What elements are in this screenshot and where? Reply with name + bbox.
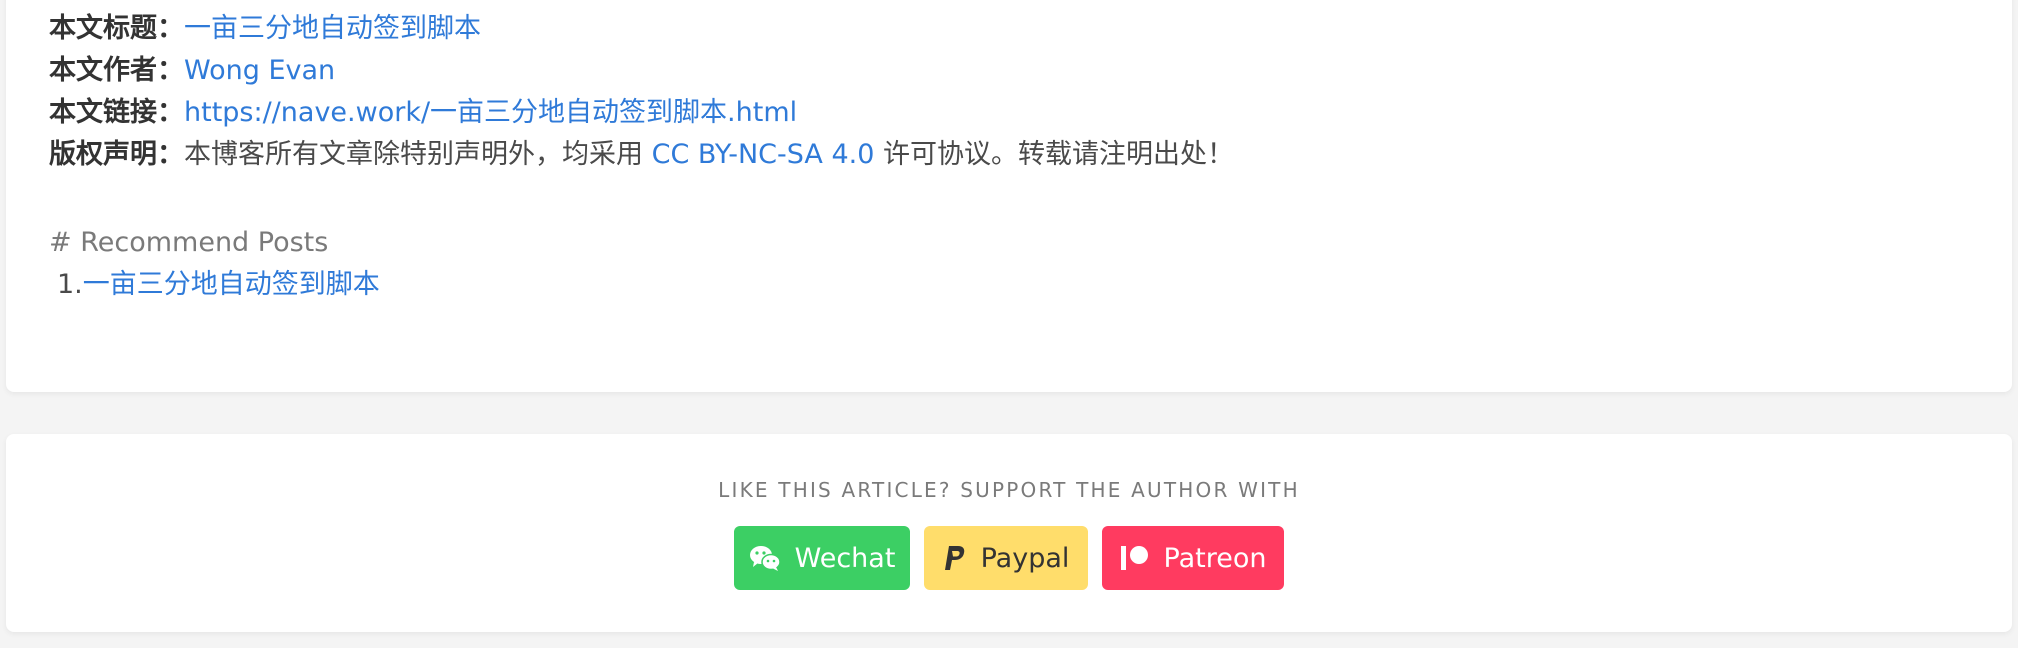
copyright-license-text-before: 本博客所有文章除特别声明外，均采用 xyxy=(184,139,652,170)
copyright-author-label: 本文作者： xyxy=(49,55,184,86)
copyright-block: 本文标题：一亩三分地自动签到脚本 本文作者：Wong Evan 本文链接：htt… xyxy=(49,8,1234,176)
wechat-button[interactable]: Wechat xyxy=(734,526,910,590)
copyright-title-link[interactable]: 一亩三分地自动签到脚本 xyxy=(184,13,481,44)
copyright-permalink[interactable]: https://nave.work/一亩三分地自动签到脚本.html xyxy=(184,97,797,128)
support-heading: LIKE THIS ARTICLE? SUPPORT THE AUTHOR WI… xyxy=(718,478,1300,502)
copyright-license-label: 版权声明： xyxy=(49,139,184,170)
copyright-link-row: 本文链接：https://nave.work/一亩三分地自动签到脚本.html xyxy=(49,92,1234,134)
wechat-button-label: Wechat xyxy=(794,542,896,574)
patreon-button-label: Patreon xyxy=(1163,542,1267,574)
license-link[interactable]: CC BY-NC-SA 4.0 xyxy=(652,139,875,170)
copyright-link-label: 本文链接： xyxy=(49,97,184,128)
patreon-button[interactable]: Patreon xyxy=(1102,526,1284,590)
copyright-author-row: 本文作者：Wong Evan xyxy=(49,50,1234,92)
wechat-icon xyxy=(749,544,781,572)
copyright-title-label: 本文标题： xyxy=(49,13,184,44)
paypal-icon xyxy=(943,544,967,572)
support-card: LIKE THIS ARTICLE? SUPPORT THE AUTHOR WI… xyxy=(6,434,2012,632)
copyright-title-row: 本文标题：一亩三分地自动签到脚本 xyxy=(49,8,1234,50)
support-buttons: Wechat Paypal Patreon xyxy=(6,526,2012,590)
list-item-number: 1. xyxy=(57,269,83,300)
recommend-posts-heading: # Recommend Posts xyxy=(49,227,329,258)
paypal-button-label: Paypal xyxy=(980,542,1070,574)
recommend-posts-list: 1.一亩三分地自动签到脚本 xyxy=(49,264,380,306)
recommend-posts: # Recommend Posts 1.一亩三分地自动签到脚本 xyxy=(49,222,380,306)
list-item: 1.一亩三分地自动签到脚本 xyxy=(49,264,380,306)
copyright-license-row: 版权声明：本博客所有文章除特别声明外，均采用 CC BY-NC-SA 4.0 许… xyxy=(49,134,1234,176)
patreon-icon xyxy=(1120,544,1150,572)
copyright-author-link[interactable]: Wong Evan xyxy=(184,55,335,86)
recommend-post-link[interactable]: 一亩三分地自动签到脚本 xyxy=(83,269,380,300)
article-footer-card: 本文标题：一亩三分地自动签到脚本 本文作者：Wong Evan 本文链接：htt… xyxy=(6,0,2012,392)
paypal-button[interactable]: Paypal xyxy=(924,526,1088,590)
copyright-license-text-after: 许可协议。转载请注明出处！ xyxy=(874,139,1234,170)
